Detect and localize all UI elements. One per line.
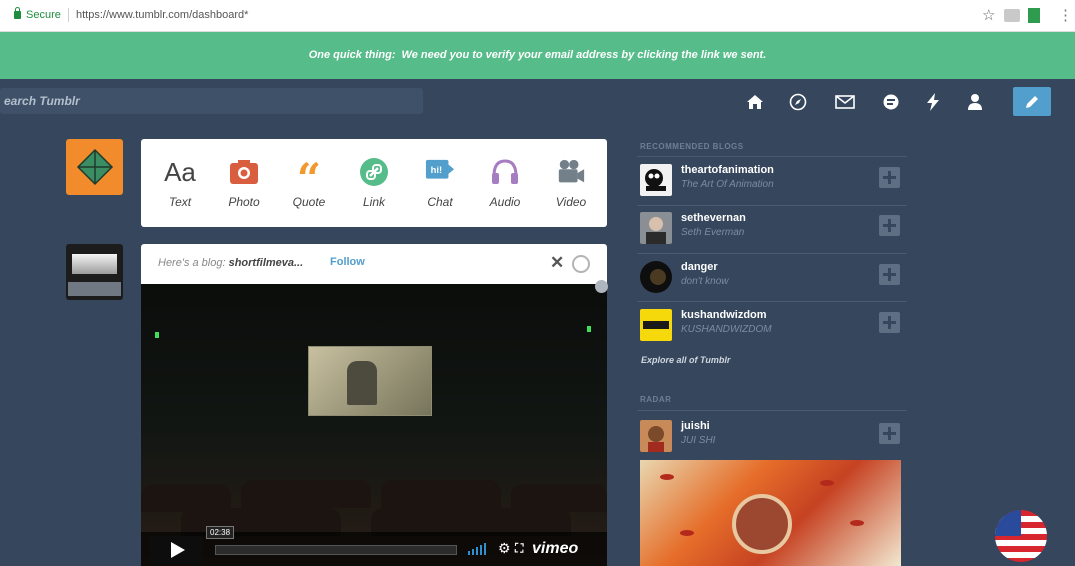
link-icon xyxy=(359,157,389,187)
post-type-label: Quote xyxy=(292,195,326,209)
blog-subtitle: JUI SHI xyxy=(681,435,716,446)
video-frame xyxy=(308,346,432,416)
close-icon[interactable]: ✕ xyxy=(550,253,564,273)
follow-plus-button[interactable] xyxy=(879,423,900,444)
post-type-quote[interactable]: “ Quote xyxy=(276,139,342,227)
secure-label: Secure xyxy=(26,9,61,21)
post-type-label: Video xyxy=(555,195,587,209)
post-type-label: Photo xyxy=(228,195,260,209)
post-type-bar: Aa Text Photo “ Quote Link hi! Chat Audi… xyxy=(141,139,607,227)
text-icon: Aa xyxy=(164,156,196,187)
svg-text:hi!: hi! xyxy=(431,165,442,175)
quote-icon: “ xyxy=(296,154,322,203)
video-progress-bar[interactable] xyxy=(215,545,457,555)
recommended-blog-item[interactable]: danger don't know xyxy=(640,259,904,299)
video-player[interactable]: 02:38 ⚙ ⛶ vimeo xyxy=(141,284,607,566)
post-type-text[interactable]: Aa Text xyxy=(147,139,213,227)
follow-plus-button[interactable] xyxy=(879,167,900,188)
radar-heading: RADAR xyxy=(640,395,672,404)
blog-avatar xyxy=(640,212,672,244)
post-header: Here's a blog: shortfilmeva... Follow ✕ xyxy=(141,244,607,284)
post-type-photo[interactable]: Photo xyxy=(211,139,277,227)
explore-all-link[interactable]: Explore all of Tumblr xyxy=(641,355,730,365)
recommended-blogs-heading: RECOMMENDED BLOGS xyxy=(640,142,744,151)
activity-icon[interactable] xyxy=(922,91,944,113)
blog-subtitle: KUSHANDWIZDOM xyxy=(681,324,772,335)
radar-post-image[interactable] xyxy=(640,460,901,566)
blog-avatar-icon xyxy=(76,148,113,186)
post-type-label: Audio xyxy=(489,195,521,209)
settings-gear-icon[interactable]: ⚙ xyxy=(498,540,511,557)
volume-icon[interactable] xyxy=(468,541,486,555)
blog-subtitle: The Art Of Animation xyxy=(681,179,774,190)
blog-name[interactable]: theartofanimation xyxy=(681,164,774,176)
expand-video-icon[interactable] xyxy=(595,280,608,293)
exit-light xyxy=(155,332,159,338)
chat-icon: hi! xyxy=(425,157,455,187)
bookmark-star-icon[interactable]: ☆ xyxy=(982,6,995,24)
blog-avatar xyxy=(640,261,672,293)
post-type-audio[interactable]: Audio xyxy=(472,139,538,227)
recommended-blog-item[interactable]: kushandwizdom KUSHANDWIZDOM xyxy=(640,307,904,347)
follow-plus-button[interactable] xyxy=(879,215,900,236)
language-flag-button[interactable] xyxy=(995,510,1047,562)
blog-avatar xyxy=(640,164,672,196)
blog-name[interactable]: juishi xyxy=(681,420,710,432)
post-type-video[interactable]: Video xyxy=(538,139,604,227)
bookmark-flag-icon[interactable] xyxy=(1028,8,1040,23)
video-controls: 02:38 ⚙ ⛶ vimeo xyxy=(141,526,607,566)
post-type-label: Text xyxy=(168,195,192,209)
follow-plus-button[interactable] xyxy=(879,264,900,285)
banner-lead: One quick thing: xyxy=(308,49,396,61)
vimeo-logo[interactable]: vimeo xyxy=(532,540,578,558)
recommended-blog-name[interactable]: shortfilmeva... xyxy=(229,257,304,269)
blog-subtitle: Seth Everman xyxy=(681,227,745,238)
recommended-blog-item[interactable]: sethevernan Seth Everman xyxy=(640,210,904,250)
blog-avatar xyxy=(640,420,672,452)
recommended-blog-item[interactable]: theartofanimation The Art Of Animation xyxy=(640,162,904,202)
compose-button[interactable] xyxy=(1013,87,1051,116)
user-avatar[interactable] xyxy=(66,139,123,195)
follow-button[interactable]: Follow xyxy=(330,256,365,268)
blog-name[interactable]: sethevernan xyxy=(681,212,746,224)
fullscreen-icon[interactable]: ⛶ xyxy=(515,541,523,556)
recommended-blog-avatar[interactable] xyxy=(66,244,123,300)
video-time: 02:38 xyxy=(206,526,235,539)
exit-light xyxy=(587,326,591,332)
explore-blog-icon[interactable] xyxy=(572,255,590,273)
messaging-icon[interactable] xyxy=(880,91,902,113)
post-type-label: Chat xyxy=(427,195,453,209)
recommendation-text: Here's a blog: shortfilmeva... xyxy=(158,257,303,269)
extension-icon[interactable] xyxy=(1004,9,1020,22)
radar-post-header[interactable]: juishi JUI SHI xyxy=(640,418,904,458)
home-icon[interactable] xyxy=(744,91,766,113)
search-input[interactable]: earch Tumblr xyxy=(0,88,423,114)
blog-subtitle: don't know xyxy=(681,276,729,287)
post-type-chat[interactable]: hi! Chat xyxy=(407,139,473,227)
blog-name[interactable]: danger xyxy=(681,261,718,273)
play-button[interactable] xyxy=(149,536,203,564)
headphones-icon xyxy=(490,157,520,187)
recommended-post: Here's a blog: shortfilmeva... Follow ✕ … xyxy=(141,244,607,566)
follow-plus-button[interactable] xyxy=(879,312,900,333)
account-icon[interactable] xyxy=(964,91,986,113)
address-separator xyxy=(68,8,69,22)
post-type-link[interactable]: Link xyxy=(341,139,407,227)
explore-icon[interactable] xyxy=(787,91,809,113)
blog-avatar xyxy=(640,309,672,341)
flag-icon xyxy=(995,510,1021,536)
post-type-label: Link xyxy=(362,195,385,209)
video-camera-icon xyxy=(556,157,586,187)
blog-name[interactable]: kushandwizdom xyxy=(681,309,767,321)
browser-menu-icon[interactable]: ⋮ xyxy=(1058,6,1073,24)
recommendation-intro: Here's a blog: xyxy=(158,257,226,269)
inbox-icon[interactable] xyxy=(834,91,856,113)
verify-email-banner: One quick thing: We need you to verify yo… xyxy=(0,32,1075,79)
browser-address-bar: Secure https://www.tumblr.com/dashboard*… xyxy=(0,0,1075,32)
lock-icon xyxy=(14,7,21,19)
url-field[interactable]: https://www.tumblr.com/dashboard* xyxy=(76,9,248,21)
pencil-icon xyxy=(1026,95,1038,108)
camera-icon xyxy=(229,157,259,187)
banner-message: We need you to verify your email address… xyxy=(401,49,767,61)
